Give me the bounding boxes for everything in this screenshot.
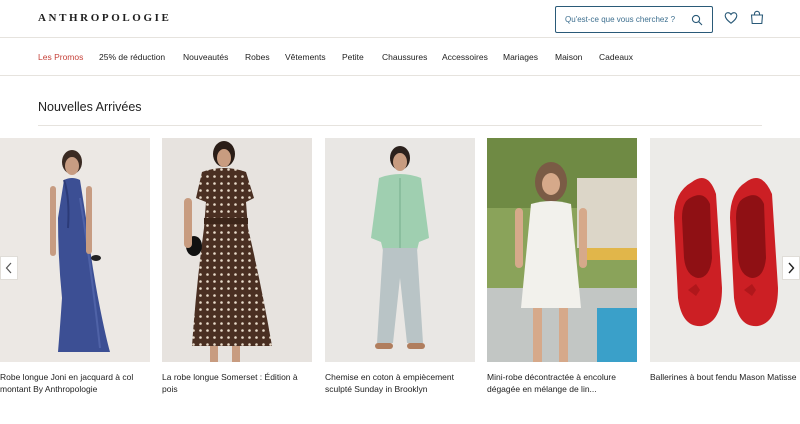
nav-item-mariages[interactable]: Mariages: [503, 52, 538, 62]
logo[interactable]: ANTHROPOLOGIE: [38, 12, 171, 24]
product-card[interactable]: La robe longue Somerset : Édition à pois: [162, 138, 312, 395]
nav-item-vetements[interactable]: Vêtements: [285, 52, 326, 62]
chevron-right-icon: [788, 262, 795, 274]
nav-item-25-off[interactable]: 25% de réduction: [99, 52, 165, 62]
main-nav: Les Promos 25% de réduction Nouveautés R…: [0, 38, 800, 76]
product-title[interactable]: Robe longue Joni en jacquard à col monta…: [0, 371, 150, 395]
nav-item-maison[interactable]: Maison: [555, 52, 582, 62]
product-card[interactable]: Mini-robe décontractée à encolure dégagé…: [487, 138, 637, 395]
site-header: ANTHROPOLOGIE: [0, 0, 800, 38]
product-title[interactable]: Ballerines à bout fendu Mason Matisse: [650, 371, 800, 383]
product-image[interactable]: [162, 138, 312, 362]
chevron-left-icon: [5, 262, 12, 274]
product-image[interactable]: [325, 138, 475, 362]
product-card[interactable]: Robe longue Joni en jacquard à col monta…: [0, 138, 150, 395]
section-divider: [38, 125, 762, 126]
section-title: Nouvelles Arrivées: [38, 100, 142, 114]
heart-icon[interactable]: [724, 11, 738, 25]
shopping-bag-icon[interactable]: [750, 10, 764, 25]
nav-item-promos[interactable]: Les Promos: [38, 52, 83, 62]
nav-item-robes[interactable]: Robes: [245, 52, 270, 62]
search-icon[interactable]: [691, 14, 703, 26]
product-title[interactable]: Chemise en coton à empiècement sculpté S…: [325, 371, 475, 395]
nav-item-petite[interactable]: Petite: [342, 52, 364, 62]
nav-item-accessoires[interactable]: Accessoires: [442, 52, 488, 62]
product-card[interactable]: Ballerines à bout fendu Mason Matisse: [650, 138, 800, 383]
product-image[interactable]: [487, 138, 637, 362]
product-image[interactable]: [0, 138, 150, 362]
product-card[interactable]: Chemise en coton à empiècement sculpté S…: [325, 138, 475, 395]
nav-item-nouveautes[interactable]: Nouveautés: [183, 52, 228, 62]
search-box[interactable]: [555, 6, 713, 33]
nav-item-chaussures[interactable]: Chaussures: [382, 52, 427, 62]
carousel-next-button[interactable]: [782, 256, 800, 280]
product-title[interactable]: Mini-robe décontractée à encolure dégagé…: [487, 371, 637, 395]
search-input[interactable]: [556, 15, 686, 24]
nav-item-cadeaux[interactable]: Cadeaux: [599, 52, 633, 62]
product-title[interactable]: La robe longue Somerset : Édition à pois: [162, 371, 312, 395]
product-image[interactable]: [650, 138, 800, 362]
new-arrivals-section: Nouvelles Arrivées Robe longue Joni en j…: [0, 76, 800, 424]
carousel-prev-button[interactable]: [0, 256, 18, 280]
